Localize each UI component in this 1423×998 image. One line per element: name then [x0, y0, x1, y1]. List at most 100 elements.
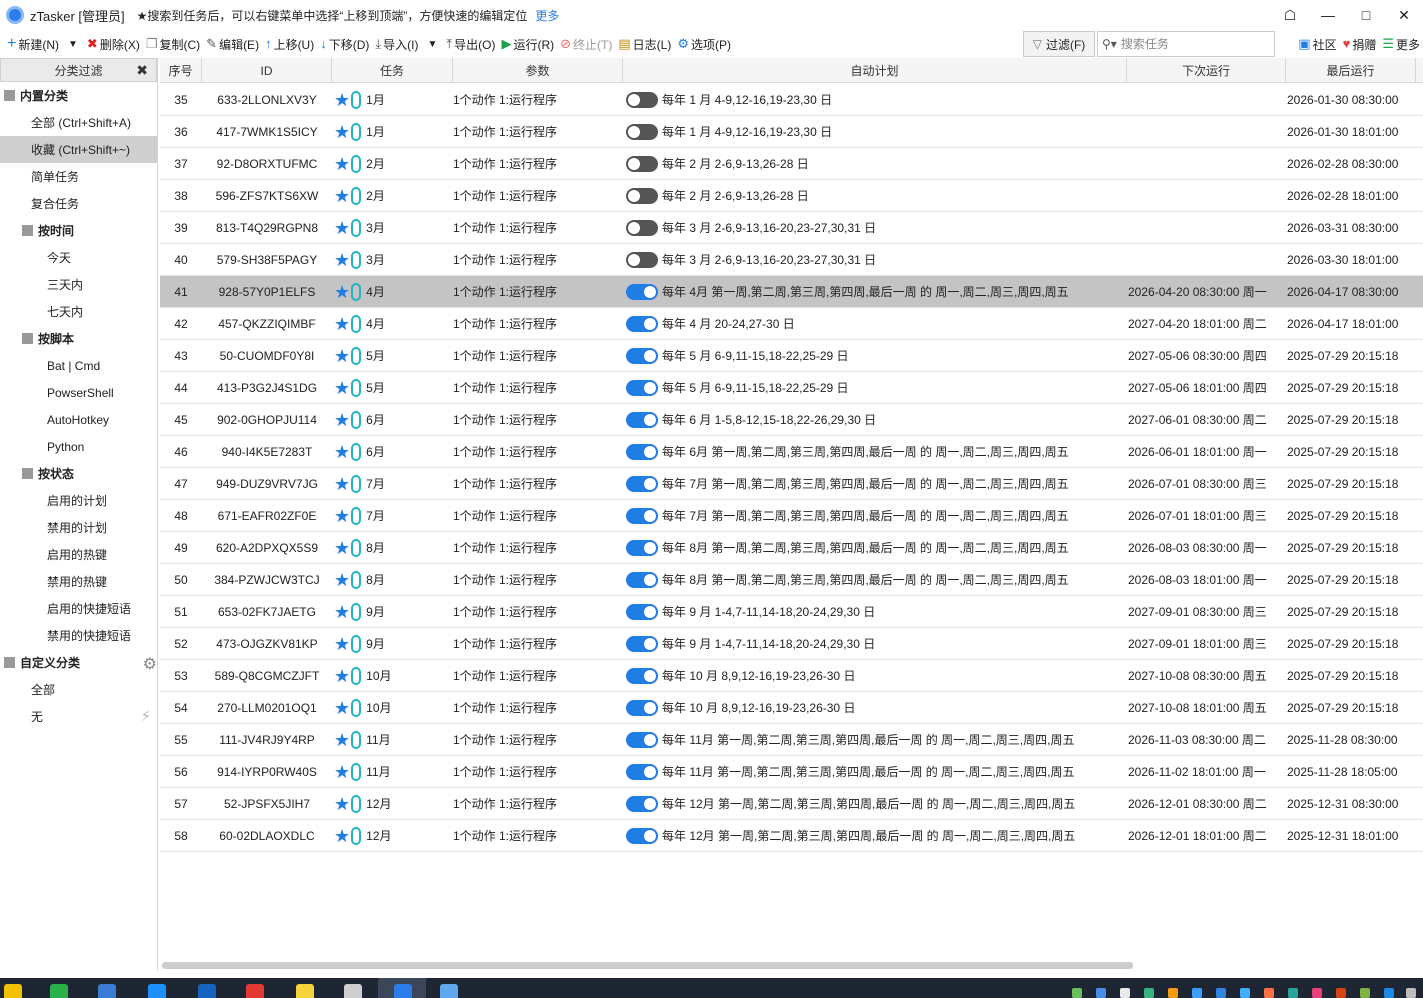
- tray-icon[interactable]: [1406, 988, 1416, 998]
- tray-icon[interactable]: [1336, 988, 1346, 998]
- tray-icon[interactable]: [1288, 988, 1298, 998]
- star-icon[interactable]: ★: [334, 539, 350, 557]
- table-row[interactable]: 55 111-JV4RJ9Y4RP ★ 11月 1个动作 1:运行程序 每年 11月 第一…: [160, 724, 1423, 756]
- tray-icon[interactable]: [1240, 988, 1250, 998]
- table-row[interactable]: 51 653-02FK7JAETG ★ 9月 1个动作 1:运行程序 每年 9 月 1-4…: [160, 596, 1423, 628]
- star-icon[interactable]: ★: [334, 443, 350, 461]
- enable-toggle[interactable]: [626, 699, 658, 716]
- table-row[interactable]: 50 384-PZWJCW3TCJ ★ 8月 1个动作 1:运行程序 每年 8月 第一周,…: [160, 564, 1423, 596]
- sidebar-item-powershell[interactable]: PowserShell: [0, 379, 157, 406]
- group-custom[interactable]: 自定义分类 ⚙: [0, 649, 157, 676]
- move-down-button[interactable]: ↓ 下移(D): [317, 32, 372, 56]
- enable-toggle[interactable]: [626, 763, 658, 780]
- enable-toggle[interactable]: [626, 827, 658, 844]
- new-button[interactable]: + 新建(N): [4, 32, 62, 56]
- sidebar-item-python[interactable]: Python: [0, 433, 157, 460]
- sidebar-item-disabled-hotkeys[interactable]: 禁用的热键: [0, 568, 157, 595]
- enable-toggle[interactable]: [626, 347, 658, 364]
- tray-icon[interactable]: [1072, 988, 1082, 998]
- enable-toggle[interactable]: [626, 155, 658, 172]
- group-by-status[interactable]: 按状态: [0, 460, 157, 487]
- sidebar-item-bat[interactable]: Bat | Cmd: [0, 352, 157, 379]
- enable-toggle[interactable]: [626, 411, 658, 428]
- move-up-button[interactable]: ↑ 上移(U): [262, 32, 317, 56]
- enable-toggle[interactable]: [626, 443, 658, 460]
- taskbar-app-icon[interactable]: [148, 984, 166, 998]
- enable-toggle[interactable]: [626, 795, 658, 812]
- custom-settings-gear-icon[interactable]: ⚙: [143, 654, 157, 674]
- sidebar-item-enabled-phrases[interactable]: 启用的快捷短语: [0, 595, 157, 622]
- star-icon[interactable]: ★: [334, 795, 350, 813]
- sidebar-item-all[interactable]: 全部 (Ctrl+Shift+A): [0, 109, 157, 136]
- enable-toggle[interactable]: [626, 123, 658, 140]
- table-row[interactable]: 56 914-IYRP0RW40S ★ 11月 1个动作 1:运行程序 每年 11月 第一…: [160, 756, 1423, 788]
- table-row[interactable]: 40 579-SH38F5PAGY ★ 3月 1个动作 1:运行程序 每年 3 月 2-6…: [160, 244, 1423, 276]
- star-icon[interactable]: ★: [334, 475, 350, 493]
- sidebar-item-simple[interactable]: 简单任务: [0, 163, 157, 190]
- star-icon[interactable]: ★: [334, 763, 350, 781]
- taskbar-app-icon[interactable]: [440, 984, 458, 998]
- tray-icon[interactable]: [1144, 988, 1154, 998]
- table-row[interactable]: 58 60-02DLAOXDLC ★ 12月 1个动作 1:运行程序 每年 12月 第一周…: [160, 820, 1423, 852]
- taskbar-app-icon[interactable]: [246, 984, 264, 998]
- export-button[interactable]: ⤒ 导出(O): [443, 32, 498, 56]
- sidebar-item-favorites[interactable]: 收藏 (Ctrl+Shift+~): [0, 136, 157, 163]
- col-id-header[interactable]: ID: [202, 58, 332, 83]
- col-schedule-header[interactable]: 自动计划: [623, 58, 1127, 83]
- options-button[interactable]: ⚙ 选项(P): [674, 32, 734, 56]
- table-row[interactable]: 49 620-A2DPXQX5S9 ★ 8月 1个动作 1:运行程序 每年 8月 第一周,…: [160, 532, 1423, 564]
- star-icon[interactable]: ★: [334, 219, 350, 237]
- group-by-time[interactable]: 按时间: [0, 217, 157, 244]
- star-icon[interactable]: ★: [334, 315, 350, 333]
- col-next-run-header[interactable]: 下次运行: [1127, 58, 1286, 83]
- taskbar-settings-icon[interactable]: [344, 984, 362, 998]
- star-icon[interactable]: ★: [334, 667, 350, 685]
- col-seq-header[interactable]: 序号: [160, 58, 202, 83]
- search-input[interactable]: [1120, 37, 1261, 51]
- enable-toggle[interactable]: [626, 507, 658, 524]
- enable-toggle[interactable]: [626, 603, 658, 620]
- enable-toggle[interactable]: [626, 539, 658, 556]
- tray-icon[interactable]: [1096, 988, 1106, 998]
- enable-toggle[interactable]: [626, 283, 658, 300]
- sidebar-item-custom-all[interactable]: 全部: [0, 676, 157, 703]
- table-row[interactable]: 42 457-QKZZIQIMBF ★ 4月 1个动作 1:运行程序 每年 4 月 20-…: [160, 308, 1423, 340]
- star-icon[interactable]: ★: [334, 411, 350, 429]
- star-icon[interactable]: ★: [334, 827, 350, 845]
- tray-icon[interactable]: [1192, 988, 1202, 998]
- sidebar-item-compound[interactable]: 复合任务: [0, 190, 157, 217]
- star-icon[interactable]: ★: [334, 507, 350, 525]
- table-row[interactable]: 38 596-ZFS7KTS6XW ★ 2月 1个动作 1:运行程序 每年 2 月 2-6…: [160, 180, 1423, 212]
- more-link[interactable]: 更多: [535, 7, 559, 24]
- close-icon[interactable]: ✖: [136, 62, 148, 79]
- star-icon[interactable]: ★: [334, 251, 350, 269]
- star-icon[interactable]: ★: [334, 347, 350, 365]
- table-row[interactable]: 46 940-I4K5E7283T ★ 6月 1个动作 1:运行程序 每年 6月 第一周,…: [160, 436, 1423, 468]
- star-icon[interactable]: ★: [334, 571, 350, 589]
- tray-icon[interactable]: [1168, 988, 1178, 998]
- tray-icon[interactable]: [1264, 988, 1274, 998]
- horizontal-scrollbar[interactable]: [162, 962, 1133, 969]
- enable-toggle[interactable]: [626, 475, 658, 492]
- enable-toggle[interactable]: [626, 91, 658, 108]
- table-row[interactable]: 39 813-T4Q29RGPN8 ★ 3月 1个动作 1:运行程序 每年 3 月 2-6…: [160, 212, 1423, 244]
- star-icon[interactable]: ★: [334, 379, 350, 397]
- table-row[interactable]: 45 902-0GHOPJU114 ★ 6月 1个动作 1:运行程序 每年 6 月 1-5…: [160, 404, 1423, 436]
- star-icon[interactable]: ★: [334, 187, 350, 205]
- sidebar-item-autohotkey[interactable]: AutoHotkey: [0, 406, 157, 433]
- sidebar-item-three-days[interactable]: 三天内: [0, 271, 157, 298]
- star-icon[interactable]: ★: [334, 731, 350, 749]
- col-param-header[interactable]: 参数: [453, 58, 623, 83]
- group-builtin[interactable]: 内置分类: [0, 82, 157, 109]
- more-menu-button[interactable]: ☰ 更多: [1379, 32, 1423, 56]
- table-row[interactable]: 52 473-OJGZKV81KP ★ 9月 1个动作 1:运行程序 每年 9 月 1-4…: [160, 628, 1423, 660]
- tray-icon[interactable]: [1120, 988, 1130, 998]
- import-dropdown-icon[interactable]: ▼: [421, 32, 443, 56]
- filter-button[interactable]: ▽ 过滤(F): [1023, 31, 1095, 57]
- community-button[interactable]: ▣ 社区: [1295, 32, 1339, 56]
- sidebar-item-enabled-plans[interactable]: 启用的计划: [0, 487, 157, 514]
- table-row[interactable]: 37 92-D8ORXTUFMC ★ 2月 1个动作 1:运行程序 每年 2 月 2-6,…: [160, 148, 1423, 180]
- star-icon[interactable]: ★: [334, 91, 350, 109]
- tray-icon[interactable]: [1216, 988, 1226, 998]
- table-row[interactable]: 48 671-EAFR02ZF0E ★ 7月 1个动作 1:运行程序 每年 7月 第一周,…: [160, 500, 1423, 532]
